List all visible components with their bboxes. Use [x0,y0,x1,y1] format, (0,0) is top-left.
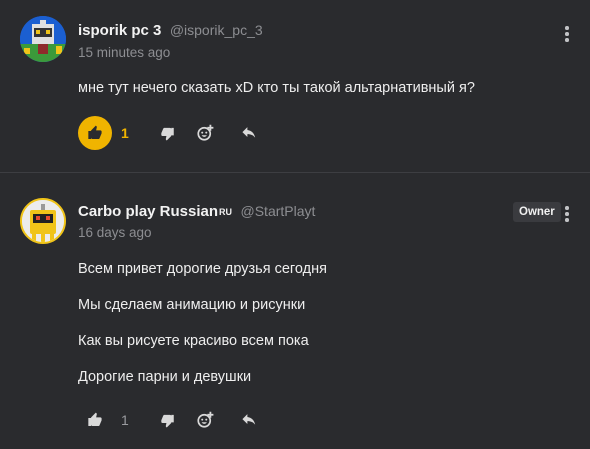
add-reaction-icon [197,411,214,428]
like-count: 1 [121,125,129,141]
like-button[interactable] [78,116,112,150]
comment-text-line: Как вы рисуете красиво всем пока [78,333,309,349]
timestamp[interactable]: 15 minutes ago [78,45,170,60]
comment-text-line: Всем привет дорогие друзья сегодня [78,261,327,277]
thumbs-up-icon [88,412,102,426]
reply-button[interactable] [237,116,261,150]
comment-text-line: Мы сделаем анимацию и рисунки [78,297,306,313]
author-name[interactable]: Carbo play Russian [78,203,218,220]
avatar[interactable] [20,198,66,244]
like-count: 1 [121,412,129,428]
author-handle[interactable]: @StartPlayt [241,203,316,219]
avatar[interactable] [20,16,66,62]
thumbs-up-icon [88,125,102,139]
comment: Carbo play RussianRU @StartPlayt 16 days… [0,173,590,449]
author-handle[interactable]: @isporik_pc_3 [170,22,263,38]
timestamp[interactable]: 16 days ago [78,225,152,240]
reply-icon [241,413,255,425]
more-options-icon[interactable] [565,26,569,44]
more-options-icon[interactable] [565,206,569,224]
comment: isporik pc 3 @isporik_pc_3 15 minutes ag… [0,0,590,172]
add-reaction-button[interactable] [194,403,216,437]
add-reaction-button[interactable] [194,116,216,150]
add-reaction-icon [197,124,214,141]
dislike-button[interactable] [156,116,178,150]
country-badge: RU [219,207,233,217]
thumbs-down-icon [160,127,174,140]
like-button[interactable] [78,403,112,437]
author-name[interactable]: isporik pc 3 [78,22,161,39]
yellow-robot-icon [22,200,64,242]
reply-icon [241,126,255,138]
comment-text-line: Дорогие парни и девушки [78,369,252,385]
dislike-button[interactable] [156,403,178,437]
comment-text: мне тут нечего сказать xD кто ты такой а… [78,80,475,96]
reply-button[interactable] [237,403,261,437]
owner-badge: Owner [513,202,561,222]
pixel-robot-icon [20,16,66,62]
thumbs-down-icon [160,414,174,427]
